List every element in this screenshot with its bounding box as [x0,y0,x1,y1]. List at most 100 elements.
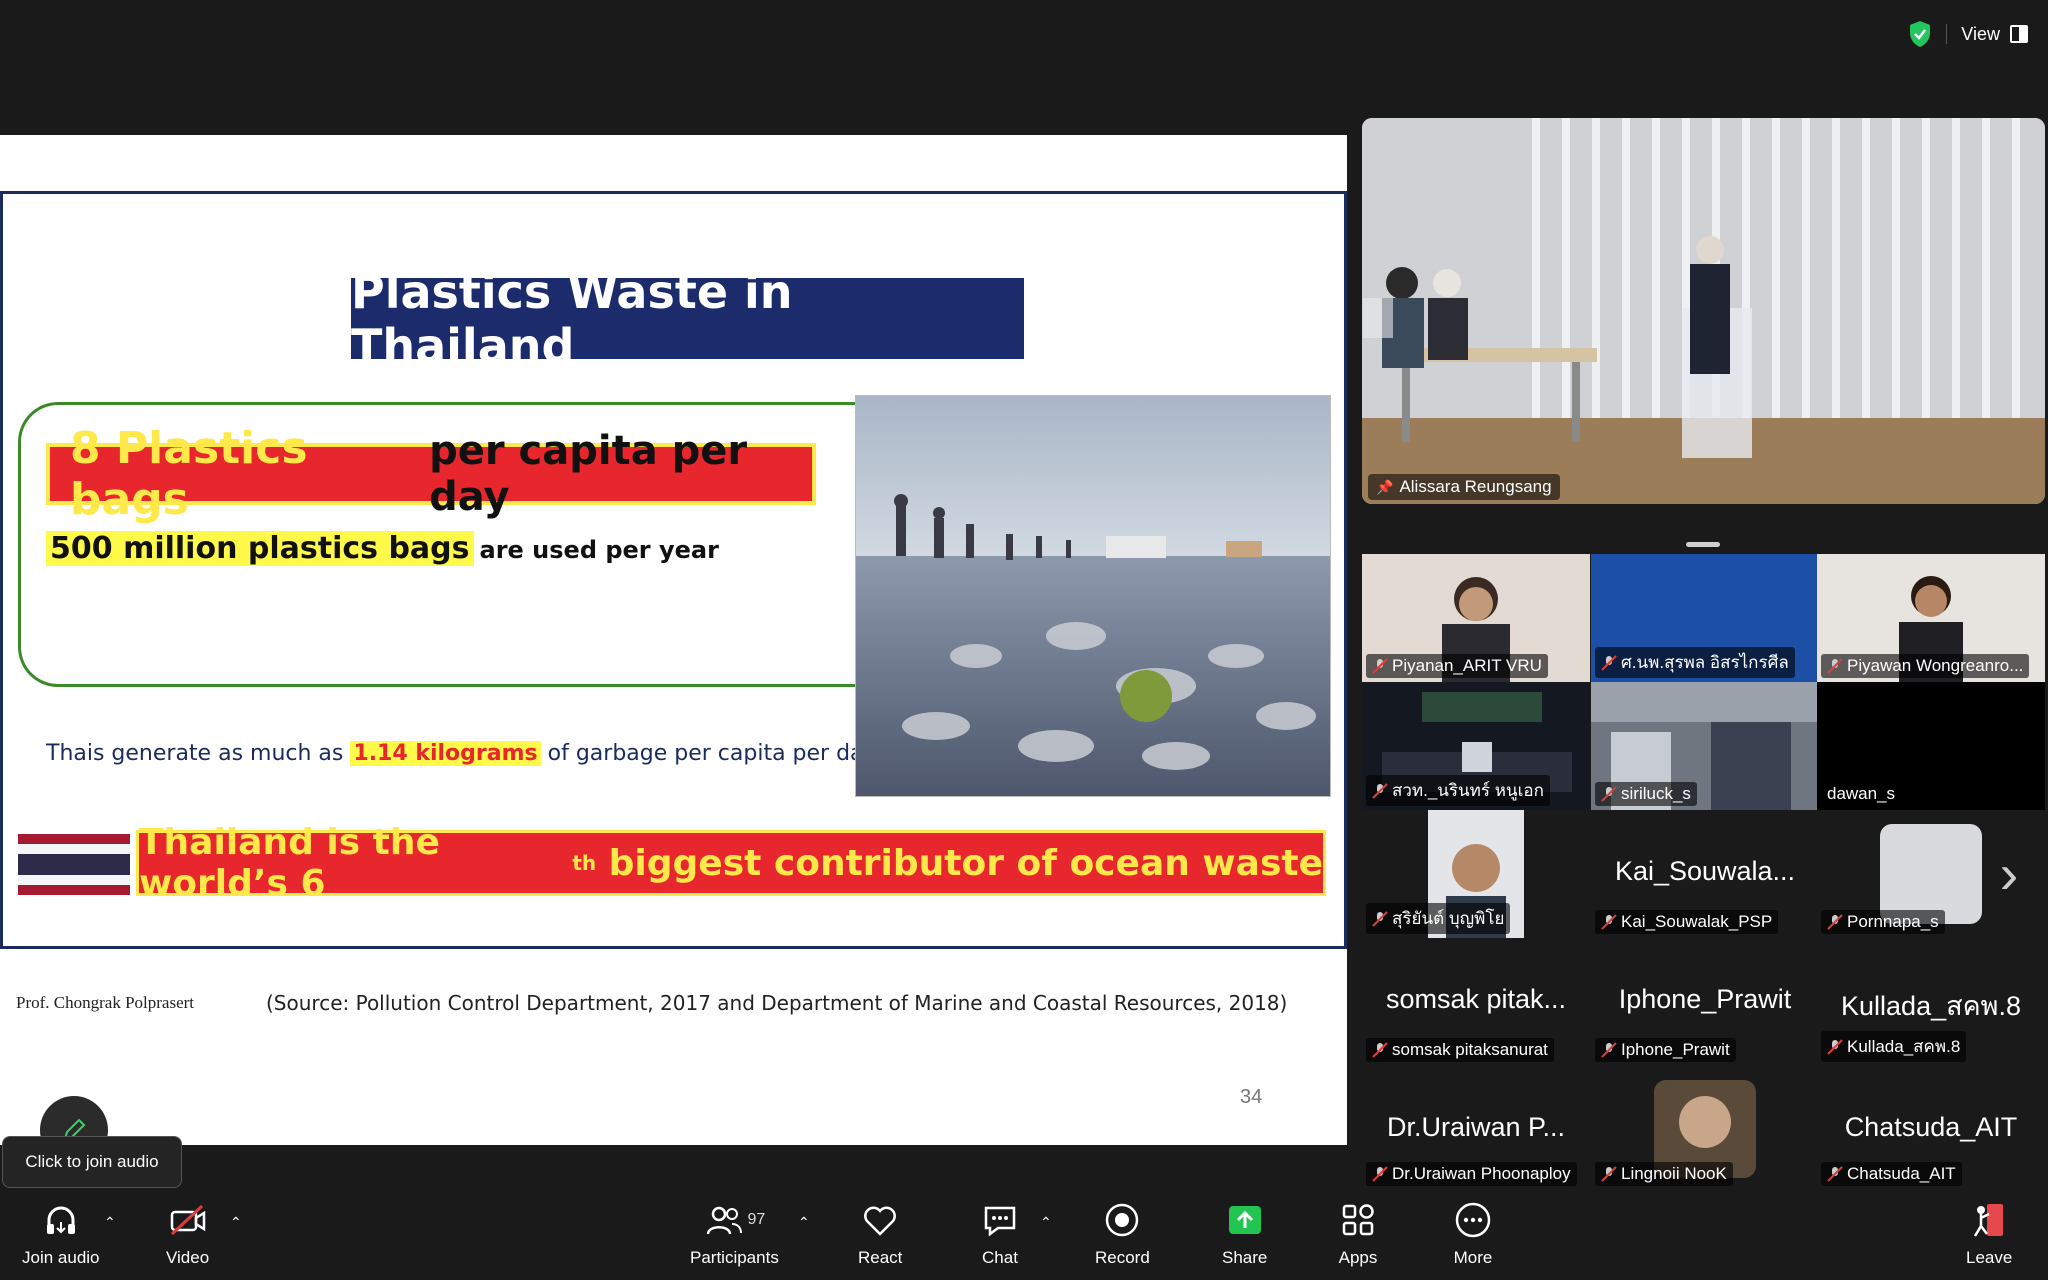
mic-muted-icon [1372,1166,1388,1182]
participant-tile[interactable]: Dr.Uraiwan P... Dr.Uraiwan Phoonaploy [1362,1066,1590,1190]
participant-name: dawan_s [1827,784,1896,803]
gallery-next-arrow[interactable]: › [1994,844,2024,904]
participant-tile[interactable]: siriluck_s [1591,682,1819,810]
participant-tile[interactable]: Kullada_สคพ.8 Kullada_สคพ.8 [1817,938,2045,1066]
share-button[interactable]: Share [1222,1200,1267,1268]
audio-options-caret[interactable]: ⌃ [104,1214,116,1231]
share-screen-icon [1228,1206,1261,1234]
participant-name: Dr.Uraiwan Phoonaploy [1392,1164,1571,1183]
mic-muted-icon [1827,1166,1843,1182]
mic-muted-icon [1601,786,1617,802]
participant-label: Chatsuda_AIT [1821,1162,1962,1186]
headphones-icon [46,1206,75,1234]
participant-name: Lingnoii NooK [1621,1164,1727,1183]
slide-author: Prof. Chongrak Polprasert [16,993,195,1012]
participant-name: Chatsuda_AIT [1847,1164,1956,1183]
join-audio-tooltip: Click to join audio [2,1136,182,1188]
view-layout-icon [2010,25,2028,43]
participant-tile[interactable]: สุริยันต์ บุญพิโย [1362,810,1590,938]
participant-tile[interactable]: dawan_s [1817,682,2045,810]
participant-name: ศ.นพ.สุรพล อิสรไกรศีล [1621,653,1789,672]
participant-tile[interactable]: Piyawan Wongreanro... [1817,554,2045,682]
security-shield-icon[interactable] [1908,20,1932,48]
mic-muted-icon [1601,1166,1617,1182]
participant-label: Piyanan_ARIT VRU [1366,654,1548,678]
participant-big-name: Kullada_สคพ.8 [1841,991,2021,1021]
participant-label: Kullada_สคพ.8 [1821,1031,1967,1062]
participant-big-name: Kai_Souwala... [1614,856,1796,886]
panel-resize-handle[interactable] [1686,542,1720,547]
video-button[interactable]: Video [166,1200,209,1268]
participant-label: Kai_Souwalak_PSP [1595,910,1779,934]
record-button[interactable]: Record [1095,1200,1150,1268]
participant-label: ศ.นพ.สุรพล อิสรไกรศีล [1595,647,1795,678]
participant-big-name: Chatsuda_AIT [1844,1112,2018,1142]
participant-name: Pornnapa_s [1847,912,1939,931]
participant-name: siriluck_s [1621,784,1691,803]
record-icon [1106,1203,1139,1237]
mic-muted-icon [1372,910,1388,927]
video-label: Video [166,1248,210,1267]
participant-label: dawan_s [1821,782,1902,806]
chat-icon [984,1206,1016,1237]
participant-tile[interactable]: ศ.นพ.สุรพล อิสรไกรศีล [1591,554,1819,682]
join-audio-button[interactable]: Join audio [22,1200,100,1268]
participant-big-name: somsak pitak... [1385,984,1567,1014]
participant-label: Piyawan Wongreanro... [1821,654,2030,678]
chat-button[interactable]: Chat [980,1200,1020,1268]
top-bar: View [0,0,2048,68]
pin-icon: 📌 [1376,478,1394,495]
mic-muted-icon [1601,654,1617,671]
heart-icon [864,1206,897,1236]
speaker-name-tag: 📌 Alissara Reungsang [1368,474,1560,500]
video-options-caret[interactable]: ⌃ [230,1214,242,1231]
banner2-post: biggest contributor of ocean waste [596,842,1323,884]
stat-banner-bags: 8 Plastics bags per capita per day [46,423,816,525]
beach-plastic-photo [855,395,1331,797]
leave-button[interactable]: Leave [1966,1200,2012,1268]
participants-icon [706,1206,742,1235]
participant-label: Pornnapa_s [1821,910,1945,934]
view-label: View [1961,23,2000,44]
record-label: Record [1095,1248,1150,1267]
participant-tile[interactable]: สวท._นรินทร์ หนูเอก [1362,682,1590,810]
active-speaker-video[interactable]: 📌 Alissara Reungsang [1362,118,2045,504]
stat-garbage-post: of garbage per capita per day [547,741,877,766]
participants-button[interactable]: 97 Participants [690,1200,779,1268]
apps-icon [1342,1204,1374,1236]
mic-muted-icon [1601,914,1617,930]
mic-muted-icon [1372,782,1388,799]
participant-tile[interactable]: Lingnoii NooK [1591,1066,1819,1190]
banner1-rest: per capita per day [429,428,748,520]
participant-name: Piyawan Wongreanro... [1847,656,2024,675]
view-button[interactable]: View [1961,24,2028,45]
participant-name: Kullada_สคพ.8 [1847,1037,1961,1056]
shared-slide: Plastics Waste in Thailand 8 Plastics ba… [0,135,1347,1145]
participant-tile[interactable]: Piyanan_ARIT VRU [1362,554,1590,682]
react-label: React [858,1248,903,1267]
react-button[interactable]: React [858,1200,902,1268]
share-label: Share [1222,1248,1268,1267]
more-button[interactable]: More [1453,1200,1493,1268]
banner2-pre: Thailand is the world’s 6 [139,822,440,904]
thailand-flag-icon [18,834,130,895]
participant-big-name: Iphone_Prawit [1618,984,1792,1014]
participant-label: Dr.Uraiwan Phoonaploy [1366,1162,1577,1186]
participant-tile[interactable]: Kai_Souwala... Kai_Souwalak_PSP [1591,810,1819,938]
participant-name: Iphone_Prawit [1621,1040,1730,1059]
participant-name: Piyanan_ARIT VRU [1392,656,1542,675]
participant-tile[interactable]: Iphone_Prawit Iphone_Prawit [1591,938,1819,1066]
chat-options-caret[interactable]: ⌃ [1040,1214,1052,1231]
participants-options-caret[interactable]: ⌃ [798,1214,810,1231]
participant-tile[interactable]: Chatsuda_AIT Chatsuda_AIT [1817,1066,2045,1190]
speaker-name: Alissara Reungsang [1399,477,1552,496]
apps-button[interactable]: Apps [1338,1200,1378,1268]
video-off-icon [170,1204,205,1236]
banner1-highlight: 8 Plastics bags [70,423,308,525]
participant-tile[interactable]: somsak pitak... somsak pitaksanurat [1362,938,1590,1066]
top-separator [1946,24,1948,44]
mic-muted-icon [1827,914,1843,930]
mic-muted-icon [1372,658,1388,674]
ocean-waste-banner: Thailand is the world’s 6 th biggest cont… [136,822,1326,904]
participant-label: Iphone_Prawit [1595,1038,1736,1062]
